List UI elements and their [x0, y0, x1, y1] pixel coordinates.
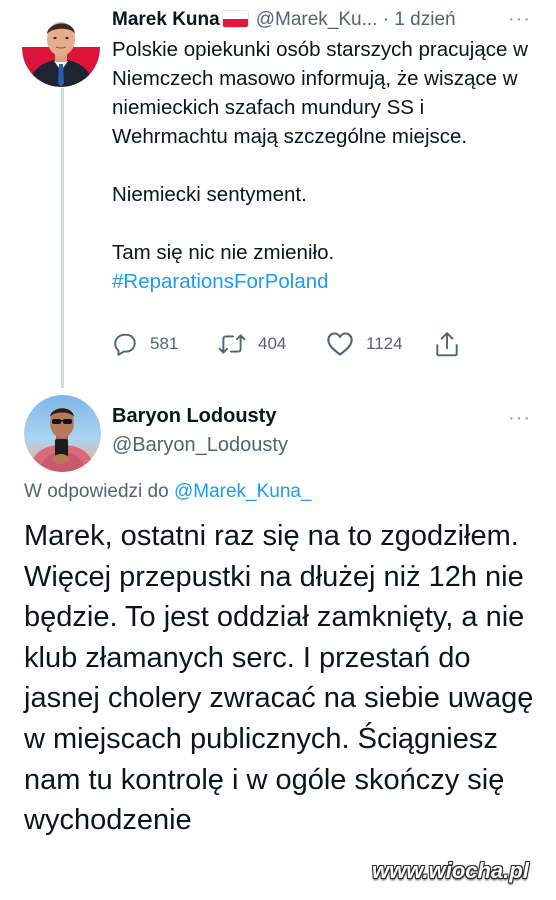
like-button[interactable]: 1124: [326, 328, 403, 360]
like-count: 1124: [366, 334, 403, 353]
tweet1-header: Marek Kuna @Marek_Ku... · 1 dzień: [112, 6, 542, 34]
reply-context-prefix: W odpowiedzi do: [24, 481, 169, 502]
reply-button[interactable]: 581: [112, 328, 178, 360]
tweet1-paragraph-3: Tam się nic nie zmieniło.: [112, 241, 335, 264]
reply-mention-link[interactable]: @Marek_Kuna_: [174, 481, 312, 502]
tweet1-text: Polskie opiekunki osób starszych pracują…: [112, 35, 532, 296]
share-button[interactable]: [434, 328, 460, 360]
reply-context: W odpowiedzi do @Marek_Kuna_: [24, 481, 312, 503]
tweet1-paragraph-1: Polskie opiekunki osób starszych pracują…: [112, 38, 528, 148]
tweet2-author-handle[interactable]: @Baryon_Lodousty: [112, 434, 288, 457]
tweet1-timestamp[interactable]: 1 dzień: [394, 9, 455, 30]
retweet-icon: [218, 331, 246, 357]
tweet2-author-name[interactable]: Baryon Lodousty: [112, 405, 276, 428]
watermark-text: www.wiocha.pl: [372, 858, 529, 883]
tweet2-more-options-icon[interactable]: ···: [508, 407, 531, 430]
tweet2-text: Marek, ostatni raz się na to zgodziłem. …: [24, 520, 534, 837]
poland-flag-icon: [222, 11, 248, 27]
share-icon: [434, 330, 460, 358]
heart-icon: [326, 331, 354, 357]
tweet1-author-name[interactable]: Marek Kuna: [112, 9, 220, 30]
thread-connector-line: [61, 88, 64, 388]
tweet1-more-options-icon[interactable]: ···: [508, 8, 531, 31]
reply-count: 581: [150, 334, 179, 353]
tweet1-author-handle[interactable]: @Marek_Ku...: [256, 9, 378, 30]
retweet-count: 404: [258, 334, 287, 353]
retweet-button[interactable]: 404: [218, 328, 286, 360]
tweet1-paragraph-2: Niemiecki sentyment.: [112, 183, 307, 206]
tweet-thread-screenshot: Marek Kuna @Marek_Ku... · 1 dzień ··· Pol…: [0, 0, 556, 900]
avatar-baryon-lodousty[interactable]: [24, 395, 101, 472]
tweet1-separator: ·: [382, 9, 390, 30]
reply-icon: [112, 331, 138, 357]
avatar-marek-kuna[interactable]: [22, 9, 100, 87]
tweet1-hashtag-link[interactable]: #ReparationsForPoland: [112, 270, 329, 293]
tweet1-action-bar: 581 404 1124: [112, 328, 532, 360]
